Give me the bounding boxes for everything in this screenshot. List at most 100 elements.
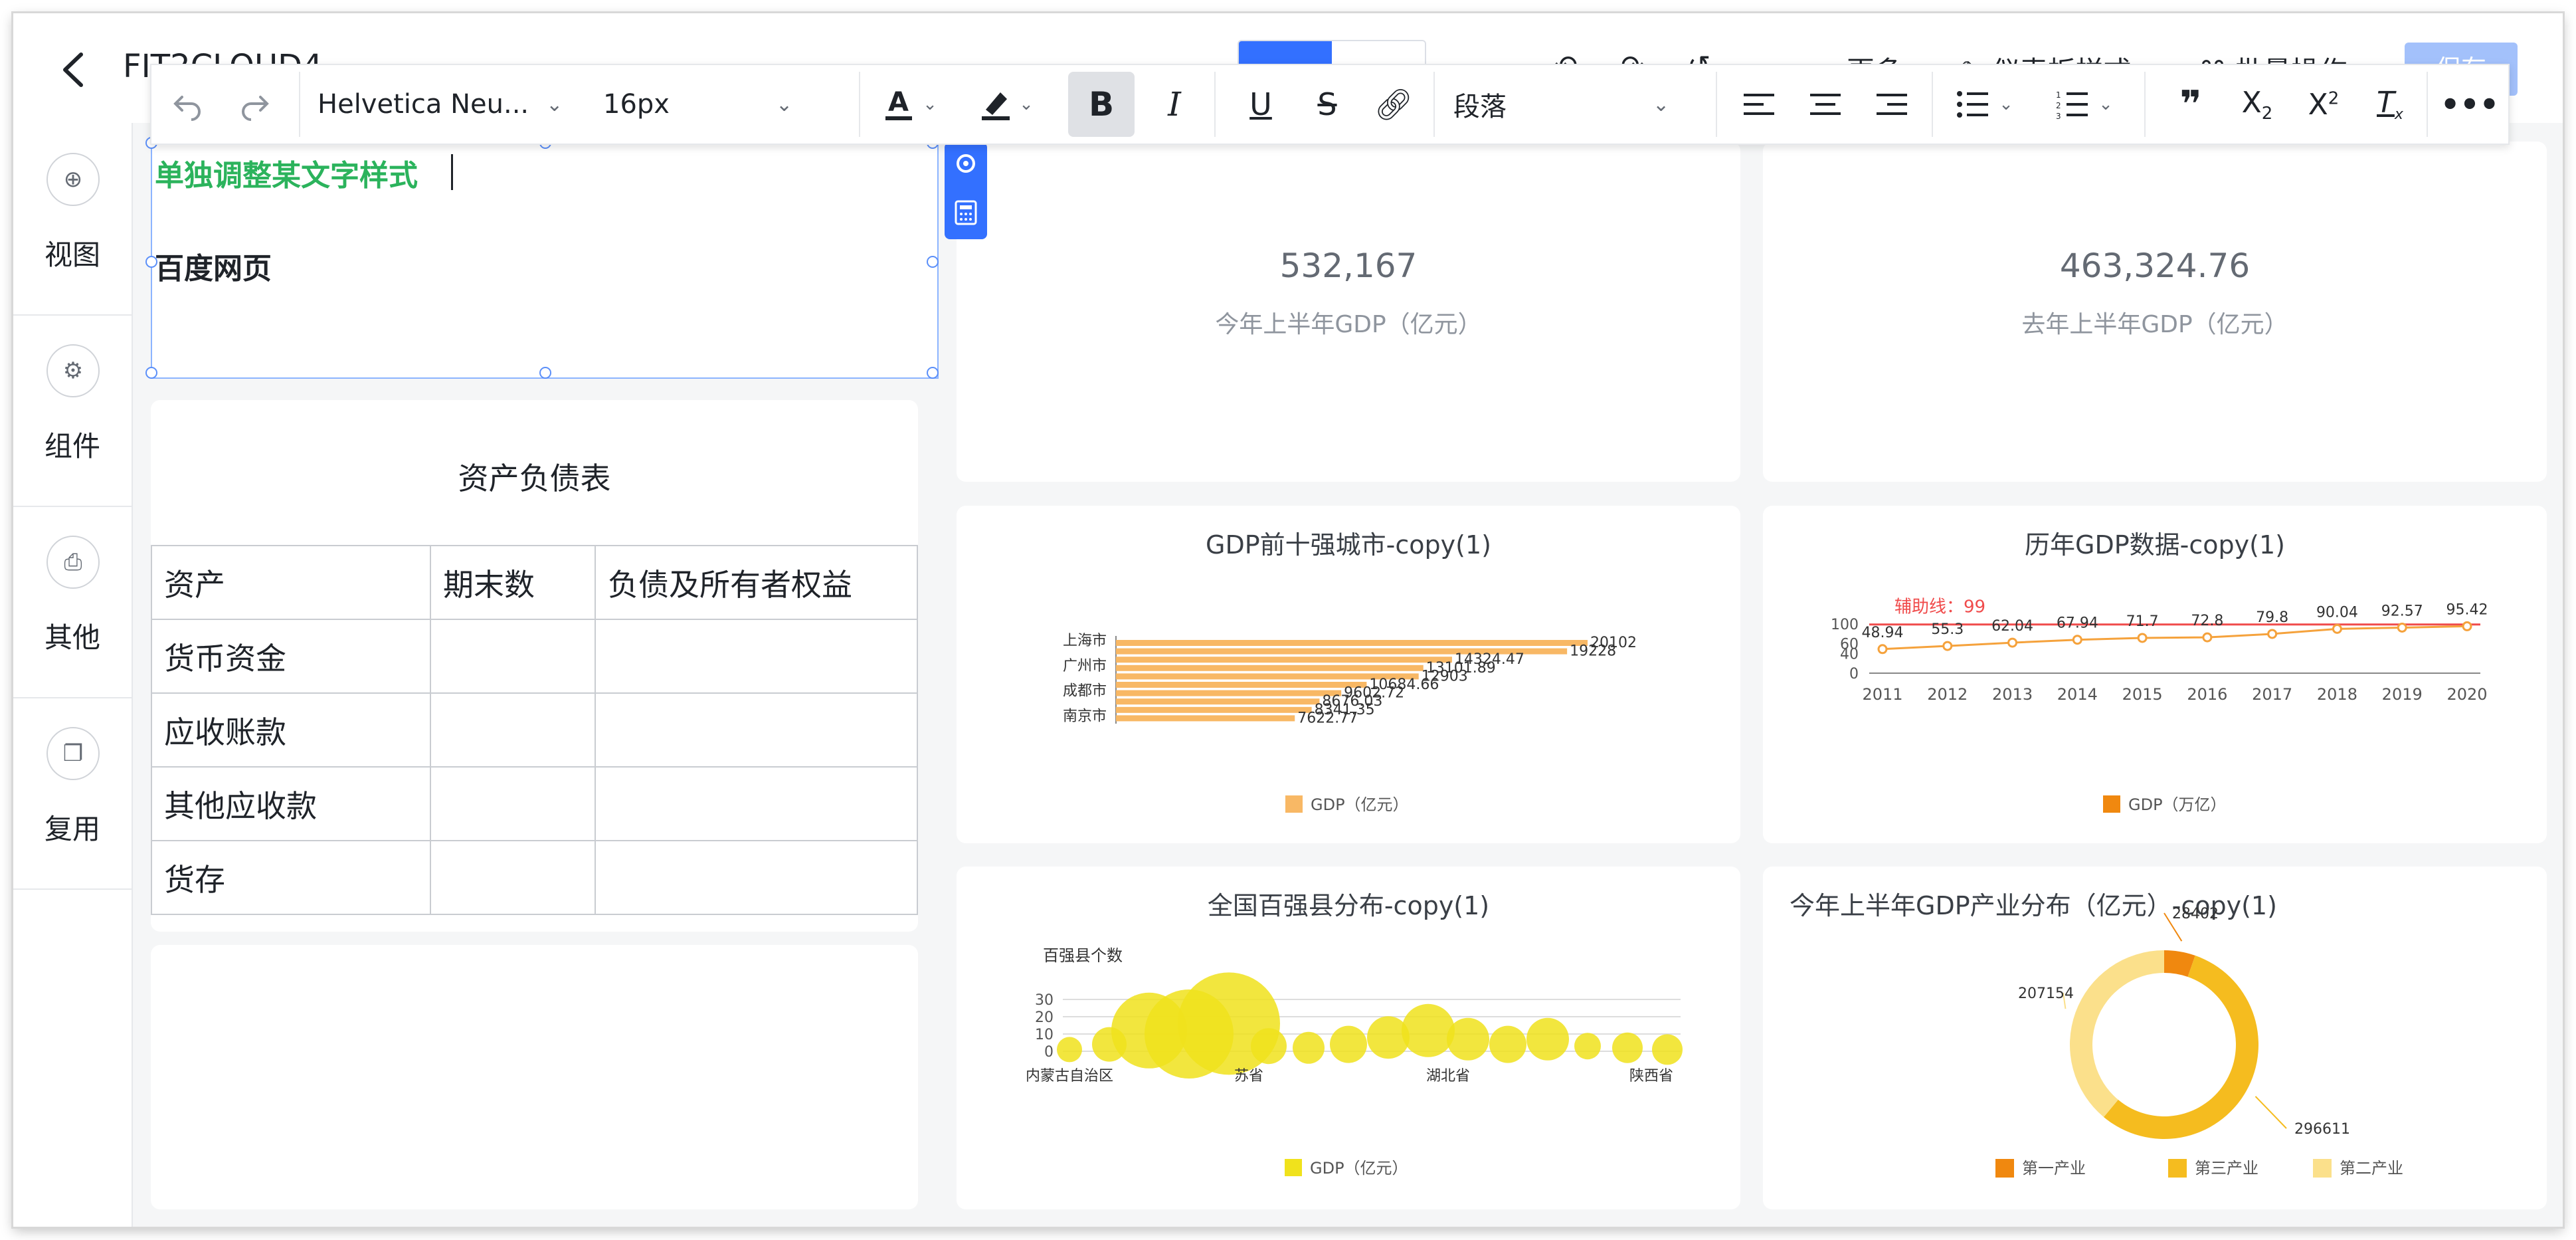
sidebar-item-reuse[interactable]: ❐ 复用: [13, 697, 132, 890]
x-tick-label: 2018: [2317, 685, 2357, 704]
sidebar-item-view[interactable]: ⊕ 视图: [13, 123, 132, 316]
clear-format-button[interactable]: Tx: [2357, 65, 2423, 144]
underline-button[interactable]: U: [1228, 65, 1294, 144]
resize-handle[interactable]: [145, 367, 157, 379]
kpi-label: 去年上半年GDP（亿元）: [2021, 311, 2288, 338]
font-size-value: 16px: [603, 89, 670, 120]
align-right-button[interactable]: [1859, 65, 1925, 144]
data-point: [2462, 621, 2472, 631]
bubble-point: [1447, 1017, 1489, 1061]
x-tick-label: 2017: [2252, 685, 2292, 704]
bubble-point: [1612, 1032, 1643, 1063]
data-point: [2397, 622, 2407, 633]
back-arrow-icon[interactable]: [53, 47, 93, 93]
bold-icon: B: [1088, 85, 1115, 124]
y-tick-label: 20: [1035, 1009, 1054, 1026]
toolbar-divider: [2144, 72, 2146, 137]
table-row: 货存: [151, 840, 918, 915]
rich-text-line-link[interactable]: 百度网页: [155, 245, 272, 287]
table-row: 资产 期末数 负债及所有者权益: [151, 545, 918, 620]
bullet-list-icon: [1957, 91, 1989, 118]
data-point: [1942, 641, 1953, 651]
sidebar-item-other[interactable]: ⎙ 其他: [13, 506, 132, 698]
align-center-button[interactable]: [1792, 65, 1859, 144]
bold-button[interactable]: B: [1068, 72, 1135, 137]
bar-chart: 201021922814324.4713101.891290310684.669…: [1063, 633, 1637, 814]
blockquote-button[interactable]: ❞: [2158, 65, 2224, 144]
table-cell: [430, 840, 596, 915]
table-cell: [595, 766, 918, 841]
data-label: 55.3: [1931, 621, 1964, 638]
y-tick-label: 30: [1035, 992, 1054, 1009]
x-tick-label: 2012: [1927, 685, 1968, 704]
data-label: 72.8: [2191, 613, 2223, 629]
resize-handle[interactable]: [539, 367, 551, 379]
kpi-card-last-year[interactable]: 463,324.76 去年上半年GDP（亿元）: [1763, 142, 2547, 482]
strikethrough-button[interactable]: S: [1294, 65, 1360, 144]
empty-card[interactable]: [151, 945, 918, 1209]
toolbar-divider: [859, 72, 860, 137]
chevron-down-icon: ⌄: [1019, 94, 1034, 114]
rich-text-line-highlighted[interactable]: 单独调整某文字样式: [155, 152, 418, 194]
subscript-icon: X2: [2241, 85, 2273, 124]
bullet-list-button[interactable]: ⌄: [1945, 65, 2025, 144]
redo-icon[interactable]: [231, 65, 278, 144]
data-label: 95.42: [2446, 601, 2488, 618]
slice-value-label: 28402: [2172, 906, 2219, 922]
bubble-point: [1293, 1031, 1325, 1064]
data-label: 67.94: [2057, 615, 2098, 632]
sidebar-item-label: 其他: [44, 621, 100, 654]
widget-side-tools: [945, 142, 987, 239]
link-button[interactable]: 🔗︎: [1360, 65, 1427, 144]
x-tick-label: 2013: [1992, 685, 2033, 704]
font-family-select[interactable]: Helvetica Neu... ⌄: [318, 65, 570, 144]
superscript-button[interactable]: X2: [2290, 65, 2357, 144]
align-left-button[interactable]: [1726, 65, 1792, 144]
x-tick-label: 2014: [2057, 685, 2098, 704]
chevron-down-icon: ⌄: [1653, 92, 1670, 116]
settings-icon[interactable]: [954, 152, 978, 175]
sidebar-item-component[interactable]: ⚙ 组件: [13, 314, 132, 507]
sidebar-item-label: 复用: [44, 813, 100, 845]
tick-label: 广州市: [1063, 658, 1107, 674]
undo-icon[interactable]: [165, 65, 211, 144]
italic-button[interactable]: I: [1141, 65, 1208, 144]
table-header-cell: 负债及所有者权益: [595, 545, 918, 620]
legend-label: 第二产业: [2340, 1159, 2403, 1178]
chevron-down-icon: ⌄: [1999, 94, 2013, 114]
slice-value-label: 296611: [2294, 1121, 2350, 1138]
resize-handle[interactable]: [927, 256, 939, 268]
highlighter-icon: [982, 92, 1010, 120]
x-tick-label: 2020: [2446, 685, 2487, 704]
align-center-icon: [1810, 94, 1841, 115]
chart-card-gdp-history[interactable]: 历年GDP数据-copy(1) 0 40 60 100 辅助线：99 48.94 2011 5…: [1763, 506, 2547, 843]
balance-sheet-card[interactable]: 资产负债表 资产 期末数 负债及所有者权益 货币资金 应收账款 其他应收款 货存: [151, 400, 918, 932]
table-cell: [595, 692, 918, 768]
align-left-icon: [1744, 94, 1774, 115]
bubble-point: [1057, 1037, 1082, 1063]
resize-handle[interactable]: [145, 256, 157, 268]
component-sidebar: ⊕ 视图 ⚙ 组件 ⎙ 其他 ❐ 复用: [13, 123, 133, 1227]
subscript-button[interactable]: X2: [2224, 65, 2290, 144]
font-size-select[interactable]: 16px ⌄: [603, 65, 829, 144]
chart-card-top-cities[interactable]: GDP前十强城市-copy(1) 20102 19228 14324.47 13101…: [957, 506, 1740, 843]
block-format-value: 段落: [1453, 92, 1507, 122]
table-cell: [430, 692, 596, 768]
data-point: [2137, 633, 2148, 643]
calculator-icon[interactable]: [954, 199, 978, 226]
data-point: [2072, 635, 2082, 645]
more-tools-button[interactable]: •••: [2437, 65, 2503, 144]
kpi-card-this-year[interactable]: 532,167 今年上半年GDP（亿元）: [957, 142, 1740, 482]
legend-swatch: [2313, 1159, 2332, 1178]
font-color-button[interactable]: A ⌄: [872, 65, 945, 144]
resize-handle[interactable]: [927, 367, 939, 379]
chart-card-industry-distribution[interactable]: 今年上半年GDP产业分布（亿元）-copy(1) 28402 296611 2071…: [1763, 867, 2547, 1209]
numbered-list-button[interactable]: 12 3 ⌄: [2045, 65, 2124, 144]
bar: [1116, 698, 1320, 705]
rich-text-widget[interactable]: 单独调整某文字样式 百度网页: [145, 137, 939, 379]
block-format-select[interactable]: 段落 ⌄: [1453, 65, 1706, 144]
legend-swatch: [1285, 1159, 1302, 1176]
highlight-color-button[interactable]: ⌄: [968, 65, 1042, 144]
chart-card-county-distribution[interactable]: 全国百强县分布-copy(1) 百强县个数 0 10 20 30 内蒙古自治区 苏省 湖北省陕…: [957, 867, 1740, 1209]
legend-label: 第一产业: [2022, 1159, 2086, 1178]
